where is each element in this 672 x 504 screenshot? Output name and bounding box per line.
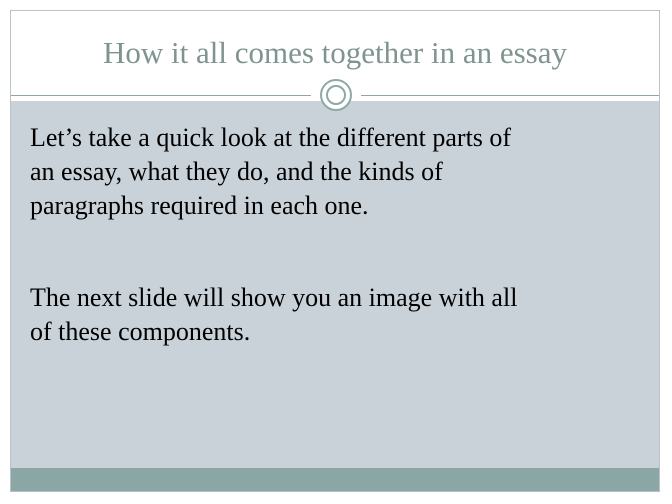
body-paragraph-1-line-2: an essay, what they do, and the kinds of <box>30 157 443 186</box>
title-divider-right <box>361 95 659 96</box>
body-paragraph-2: The next slide will show you an image wi… <box>30 281 645 349</box>
body-paragraph-2-line-1: The next slide will show you an image wi… <box>30 283 518 312</box>
body-paragraph-1-line-3: paragraphs required in each one. <box>30 191 369 220</box>
slide: How it all comes together in an essay Le… <box>10 10 660 492</box>
slide-body: Let’s take a quick look at the different… <box>11 101 659 469</box>
footer-band <box>11 468 659 491</box>
body-paragraph-2-line-2: of these components. <box>30 317 251 346</box>
body-paragraph-1-line-1: Let’s take a quick look at the different… <box>30 123 512 152</box>
body-paragraph-1: Let’s take a quick look at the different… <box>30 121 645 223</box>
double-circle-ornament-icon <box>320 79 352 111</box>
title-divider-left <box>11 95 311 96</box>
ornament-inner-circle-icon <box>326 85 346 105</box>
slide-title: How it all comes together in an essay <box>102 35 568 70</box>
